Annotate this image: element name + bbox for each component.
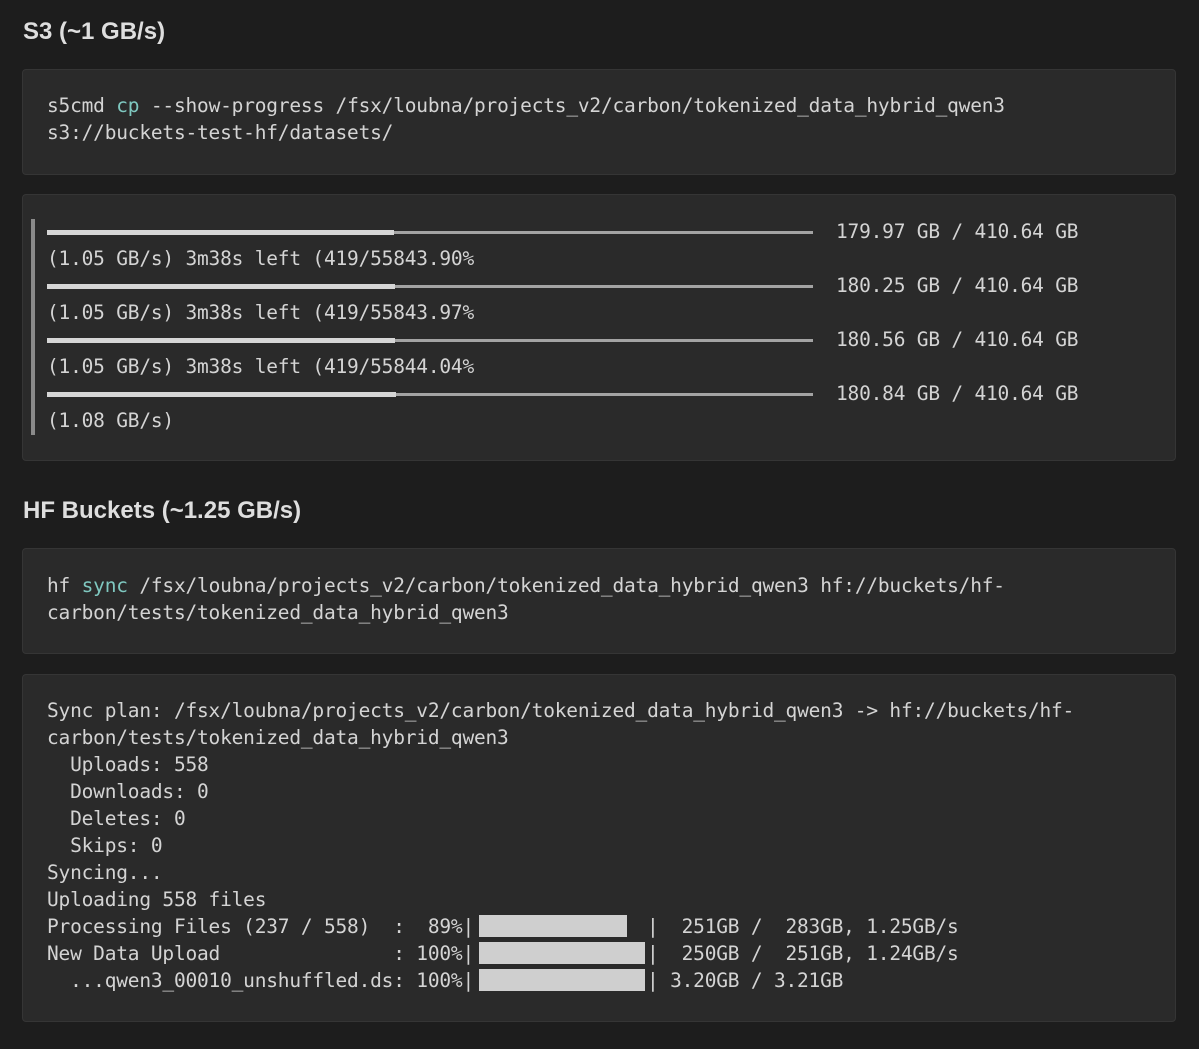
s3-progress-status: (1.05 GB/s) 3m38s left (419/55843.97% — [47, 301, 474, 324]
tqdm-label: New Data Upload : 100%| — [47, 942, 474, 965]
hf-command-line-2: carbon/tests/tokenized_data_hybrid_qwen3 — [47, 601, 509, 624]
s3-progress-fill — [47, 284, 395, 289]
s3-command-line-1: s5cmd cp --show-progress /fsx/loubna/pro… — [47, 94, 1005, 117]
tqdm-label: ...qwen3_00010_unshuffled.ds: 100%| — [47, 969, 474, 992]
hf-command-keyword: sync — [81, 574, 128, 597]
syncing-status: Syncing... — [47, 861, 163, 884]
skips-count: Skips: 0 — [47, 834, 163, 857]
tqdm-fill — [479, 915, 627, 937]
s3-progress-bar — [47, 284, 813, 289]
tqdm-fill — [479, 942, 645, 964]
sync-plan-line-2: carbon/tests/tokenized_data_hybrid_qwen3 — [47, 726, 509, 749]
s3-progress-bar — [47, 230, 813, 235]
hf-heading: HF Buckets (~1.25 GB/s) — [23, 497, 302, 524]
blockquote-bar — [31, 219, 35, 435]
s3-progress-status: (1.05 GB/s) 3m38s left (419/55844.04% — [47, 355, 474, 378]
tqdm-label: Processing Files (237 / 558) : 89%| — [47, 915, 474, 938]
s3-progress-fill — [47, 392, 396, 397]
s3-progress-status: (1.05 GB/s) 3m38s left (419/55843.90% — [47, 247, 474, 270]
s3-progress-bar — [47, 392, 813, 397]
tqdm-row: Processing Files (237 / 558) : 89%| | 251… — [47, 913, 1147, 940]
s3-progress-fill — [47, 230, 394, 235]
deletes-count: Deletes: 0 — [47, 807, 186, 830]
tqdm-stats: | 250GB / 251GB, 1.24GB/s — [647, 942, 959, 965]
downloads-count: Downloads: 0 — [47, 780, 209, 803]
tqdm-row: ...qwen3_00010_unshuffled.ds: 100%| | 3.2… — [47, 967, 1147, 994]
uploads-count: Uploads: 558 — [47, 753, 209, 776]
hf-command-line-1: hf sync /fsx/loubna/projects_v2/carbon/t… — [47, 574, 1005, 597]
s3-progress-size: 180.25 GB / 410.64 GB — [836, 274, 1079, 297]
s3-progress-size: 180.84 GB / 410.64 GB — [836, 382, 1079, 405]
s3-progress-size: 180.56 GB / 410.64 GB — [836, 328, 1079, 351]
tqdm-fill — [479, 969, 645, 991]
s3-progress-status: (1.08 GB/s) — [47, 409, 174, 432]
s3-command-line-2: s3://buckets-test-hf/datasets/ — [47, 121, 394, 144]
uploading-status: Uploading 558 files — [47, 888, 267, 911]
tqdm-row: New Data Upload : 100%| | 250GB / 251GB, … — [47, 940, 1147, 967]
tqdm-stats: | 251GB / 283GB, 1.25GB/s — [647, 915, 959, 938]
tqdm-stats: | 3.20GB / 3.21GB — [647, 969, 844, 992]
s3-command-keyword: cp — [116, 94, 140, 117]
s3-heading: S3 (~1 GB/s) — [23, 18, 166, 45]
s3-progress-size: 179.97 GB / 410.64 GB — [836, 220, 1079, 243]
s3-progress-fill — [47, 338, 395, 343]
sync-plan-line-1: Sync plan: /fsx/loubna/projects_v2/carbo… — [47, 699, 1075, 722]
s3-progress-bar — [47, 338, 813, 343]
